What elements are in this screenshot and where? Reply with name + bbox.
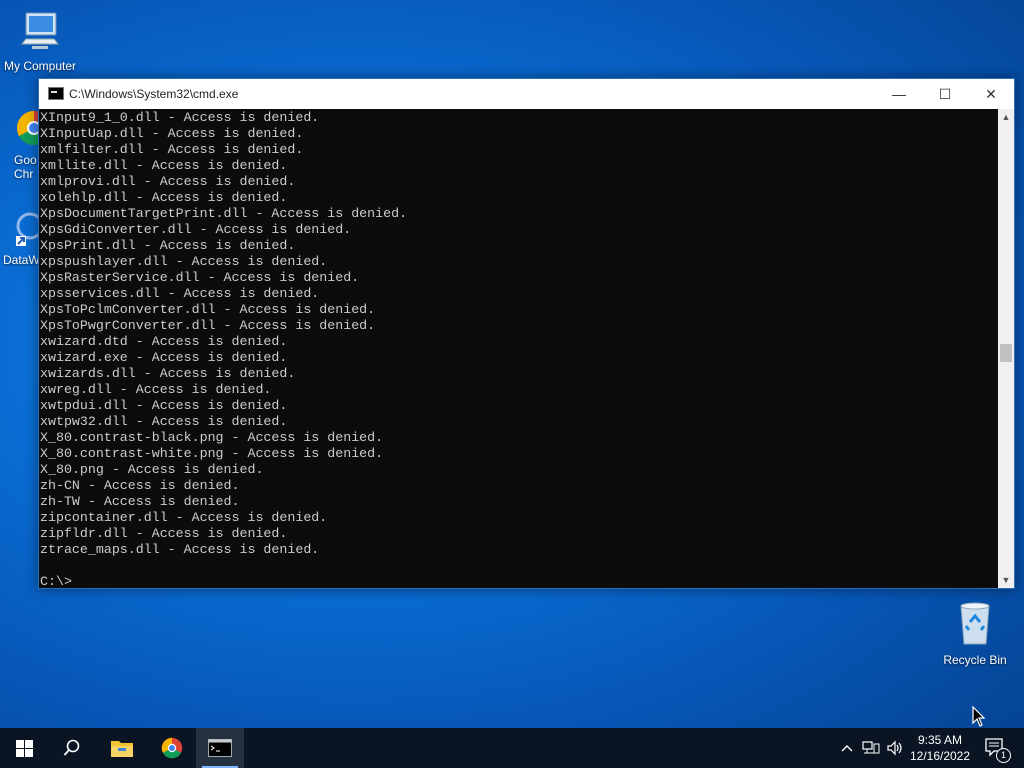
cmd-taskbar-button[interactable] <box>196 728 244 768</box>
console-line: xwizards.dll - Access is denied. <box>40 366 296 381</box>
volume-tray-button[interactable] <box>884 728 906 768</box>
cmd-window[interactable]: C:\Windows\System32\cmd.exe — ☐ ✕ XInput… <box>38 78 1015 589</box>
console-line: xolehlp.dll - Access is denied. <box>40 190 288 205</box>
console-line: xpspushlayer.dll - Access is denied. <box>40 254 328 269</box>
clock-date: 12/16/2022 <box>909 749 971 763</box>
recycle-bin-icon <box>960 602 990 645</box>
close-button[interactable]: ✕ <box>968 79 1014 109</box>
mouse-cursor-icon <box>972 706 986 727</box>
console-line: xwreg.dll - Access is denied. <box>40 382 272 397</box>
window-titlebar[interactable]: C:\Windows\System32\cmd.exe — ☐ ✕ <box>39 79 1014 109</box>
scroll-thumb[interactable] <box>1000 344 1012 362</box>
start-button[interactable] <box>0 728 48 768</box>
computer-icon <box>20 12 60 49</box>
maximize-button[interactable]: ☐ <box>922 79 968 109</box>
desktop-icon-label: My Computer <box>3 59 77 73</box>
minimize-button[interactable]: — <box>876 79 922 109</box>
cmd-icon <box>208 739 232 757</box>
shortcut-app-icon <box>16 212 40 246</box>
desktop-icon-label: Recycle Bin <box>943 653 1007 667</box>
cmd-icon <box>48 87 64 100</box>
console-line: X_80.png - Access is denied. <box>40 462 264 477</box>
console-line: XpsDocumentTargetPrint.dll - Access is d… <box>40 206 408 221</box>
taskbar-clock[interactable]: 9:35 AM 12/16/2022 <box>908 732 972 764</box>
chrome-taskbar-button[interactable] <box>148 728 196 768</box>
desktop-icon-label: DataW <box>3 253 40 267</box>
network-tray-button[interactable] <box>860 728 882 768</box>
console-line: XpsPrint.dll - Access is denied. <box>40 238 296 253</box>
file-explorer-icon <box>111 741 133 757</box>
desktop-icon-recycle-bin[interactable]: Recycle Bin <box>935 600 1015 667</box>
chevron-up-icon <box>841 745 853 752</box>
console-line: XpsRasterService.dll - Access is denied. <box>40 270 360 285</box>
scroll-down-arrow-icon[interactable]: ▼ <box>998 572 1014 588</box>
windows-start-icon <box>15 739 33 757</box>
search-button[interactable] <box>48 728 96 768</box>
desktop-icon-my-computer[interactable]: My Computer <box>0 10 80 73</box>
console-line: zh-TW - Access is denied. <box>40 494 240 509</box>
console-line: xmlprovi.dll - Access is denied. <box>40 174 296 189</box>
console-line: xwtpdui.dll - Access is denied. <box>40 398 288 413</box>
window-title: C:\Windows\System32\cmd.exe <box>69 87 239 101</box>
chrome-icon <box>161 737 183 759</box>
console-line: XInputUap.dll - Access is denied. <box>40 126 304 141</box>
console-line: XpsToPclmConverter.dll - Access is denie… <box>40 302 376 317</box>
search-icon <box>63 739 80 756</box>
console-line: C:\> <box>40 574 72 588</box>
console-line: xmlfilter.dll - Access is denied. <box>40 142 304 157</box>
notification-count-badge: 1 <box>996 748 1011 763</box>
network-icon <box>862 741 880 754</box>
speaker-icon <box>887 740 902 756</box>
console-line: ztrace_maps.dll - Access is denied. <box>40 542 320 557</box>
console-line: X_80.contrast-white.png - Access is deni… <box>40 446 384 461</box>
clock-time: 9:35 AM <box>917 733 963 747</box>
console-line: zipcontainer.dll - Access is denied. <box>40 510 328 525</box>
desktop-icon-google-chrome[interactable]: Goo Chr <box>0 108 40 181</box>
console-line: xwizard.exe - Access is denied. <box>40 350 288 365</box>
action-center-button[interactable]: 1 <box>976 728 1016 768</box>
console-line: xpsservices.dll - Access is denied. <box>40 286 320 301</box>
desktop-icon-label: Goo Chr <box>14 153 37 181</box>
chrome-icon <box>17 111 40 145</box>
vertical-scrollbar[interactable]: ▲ ▼ <box>998 109 1014 588</box>
console-line: xwtpw32.dll - Access is denied. <box>40 414 288 429</box>
taskbar: 9:35 AM 12/16/2022 1 <box>0 728 1024 768</box>
console-line: XInput9_1_0.dll - Access is denied. <box>40 110 320 125</box>
console-line: X_80.contrast-black.png - Access is deni… <box>40 430 384 445</box>
console-line: XpsToPwgrConverter.dll - Access is denie… <box>40 318 376 333</box>
console-line: zipfldr.dll - Access is denied. <box>40 526 288 541</box>
console-line: XpsGdiConverter.dll - Access is denied. <box>40 222 352 237</box>
show-hidden-icons-button[interactable] <box>836 728 858 768</box>
console-line: xmllite.dll - Access is denied. <box>40 158 288 173</box>
desktop-icon-datawarehouse[interactable]: DataW <box>0 208 40 267</box>
file-explorer-taskbar-button[interactable] <box>98 728 146 768</box>
scroll-up-arrow-icon[interactable]: ▲ <box>998 109 1014 125</box>
console-output[interactable]: XInput9_1_0.dll - Access is denied. XInpu… <box>39 109 998 588</box>
console-line: zh-CN - Access is denied. <box>40 478 240 493</box>
console-line: xwizard.dtd - Access is denied. <box>40 334 288 349</box>
